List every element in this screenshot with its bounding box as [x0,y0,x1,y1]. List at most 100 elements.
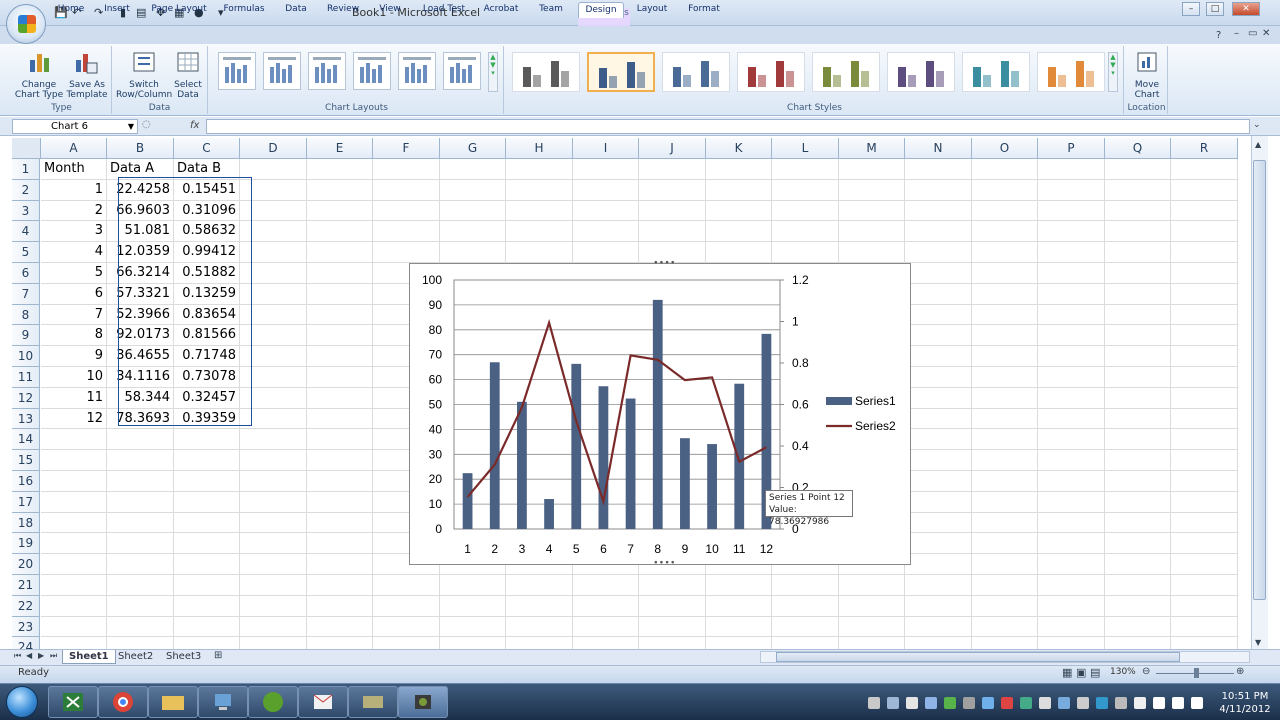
cell-C22[interactable] [174,595,240,617]
cell-O5[interactable] [972,242,1038,263]
cell-C14[interactable] [174,429,240,451]
cell-P18[interactable] [1038,512,1105,534]
cell-K3[interactable] [706,200,772,222]
tab-review[interactable]: Review [320,2,366,18]
column-header-J[interactable]: J [639,138,706,159]
cell-D22[interactable] [240,595,307,617]
tab-view[interactable]: View [370,2,410,18]
minimize-button[interactable]: – [1182,2,1200,16]
zoom-out-icon[interactable]: ⊖ [1142,666,1150,677]
cell-Q20[interactable] [1105,554,1171,575]
cell-A23[interactable] [41,616,107,638]
cell-E21[interactable] [307,575,373,596]
cell-N12[interactable] [905,387,972,409]
cell-Q18[interactable] [1105,512,1171,534]
tab-acrobat[interactable]: Acrobat [478,2,524,18]
row-header-22[interactable]: 22 [12,595,40,617]
cell-Q3[interactable] [1105,200,1171,222]
cell-I24[interactable] [573,637,639,649]
cell-B23[interactable] [107,616,174,638]
bar-series1-point-2[interactable] [489,362,500,529]
chart-layout-3[interactable] [308,52,346,90]
cell-G1[interactable] [440,159,506,180]
cell-R9[interactable] [1171,325,1238,347]
cell-J1[interactable] [639,159,706,180]
cell-Q4[interactable] [1105,221,1171,243]
cell-B17[interactable] [107,491,174,513]
cell-B20[interactable] [107,554,174,575]
chart-style-6[interactable] [887,52,955,92]
cell-Q21[interactable] [1105,575,1171,596]
cell-A16[interactable] [41,471,107,492]
chart-style-3[interactable] [662,52,730,92]
cell-R22[interactable] [1171,595,1238,617]
row-header-4[interactable]: 4 [12,221,40,243]
cell-L23[interactable] [772,616,839,638]
cell-G24[interactable] [440,637,506,649]
row-header-10[interactable]: 10 [12,346,40,367]
cell-N23[interactable] [905,616,972,638]
cell-N4[interactable] [905,221,972,243]
cell-C15[interactable] [174,450,240,471]
cell-R24[interactable] [1171,637,1238,649]
cell-Q22[interactable] [1105,595,1171,617]
tray-icon-3[interactable] [906,697,918,709]
row-header-21[interactable]: 21 [12,575,40,596]
cell-O6[interactable] [972,263,1038,284]
cell-G4[interactable] [440,221,506,243]
zoom-level[interactable]: 130% [1110,667,1136,677]
cell-P9[interactable] [1038,325,1105,347]
tray-icon-15[interactable] [1134,697,1146,709]
tab-home[interactable]: Home [48,2,94,18]
cell-P7[interactable] [1038,283,1105,305]
taskbar-app-icon[interactable] [348,686,398,718]
tab-formulas[interactable]: Formulas [218,2,270,18]
cell-I1[interactable] [573,159,639,180]
cell-E19[interactable] [307,533,373,555]
cell-J2[interactable] [639,179,706,201]
cell-E24[interactable] [307,637,373,649]
cell-A7[interactable]: 6 [41,283,107,305]
chart-resize-handle-top[interactable]: ∙∙∙∙ [653,259,676,268]
cell-A10[interactable]: 9 [41,346,107,367]
cell-Q23[interactable] [1105,616,1171,638]
vertical-scroll-thumb[interactable] [1253,160,1266,600]
sheet-tab-sheet3[interactable]: Sheet3 [160,650,207,664]
cell-R10[interactable] [1171,346,1238,367]
cell-R6[interactable] [1171,263,1238,284]
cell-O10[interactable] [972,346,1038,367]
cell-P11[interactable] [1038,367,1105,388]
row-header-24[interactable]: 24 [12,637,40,649]
cell-Q16[interactable] [1105,471,1171,492]
cell-F24[interactable] [373,637,440,649]
cell-H22[interactable] [506,595,573,617]
cell-O21[interactable] [972,575,1038,596]
cell-M24[interactable] [839,637,905,649]
cell-N10[interactable] [905,346,972,367]
taskbar-recorder-icon[interactable] [398,686,448,718]
cell-M1[interactable] [839,159,905,180]
row-header-12[interactable]: 12 [12,387,40,409]
cell-B19[interactable] [107,533,174,555]
cell-A14[interactable] [41,429,107,451]
cell-D18[interactable] [240,512,307,534]
cell-B22[interactable] [107,595,174,617]
doc-restore-button[interactable]: ▭ [1248,28,1257,39]
cell-P15[interactable] [1038,450,1105,471]
name-box-dropdown-icon[interactable]: ▼ [128,120,134,133]
cell-L5[interactable] [772,242,839,263]
cell-K22[interactable] [706,595,772,617]
tray-icon-17[interactable] [1172,697,1184,709]
row-header-19[interactable]: 19 [12,533,40,555]
cell-A4[interactable]: 3 [41,221,107,243]
layouts-scroll[interactable]: ▲ ▼ ▾ [488,52,498,92]
office-button[interactable] [6,4,46,44]
chart-style-1[interactable] [512,52,580,92]
taskbar-chrome-icon[interactable] [98,686,148,718]
cell-A24[interactable] [41,637,107,649]
tray-icon-6[interactable] [963,697,975,709]
tray-icon-13[interactable] [1096,697,1108,709]
cell-N6[interactable] [905,263,972,284]
expand-formula-icon[interactable]: ⌄ [1253,120,1261,130]
cell-C18[interactable] [174,512,240,534]
